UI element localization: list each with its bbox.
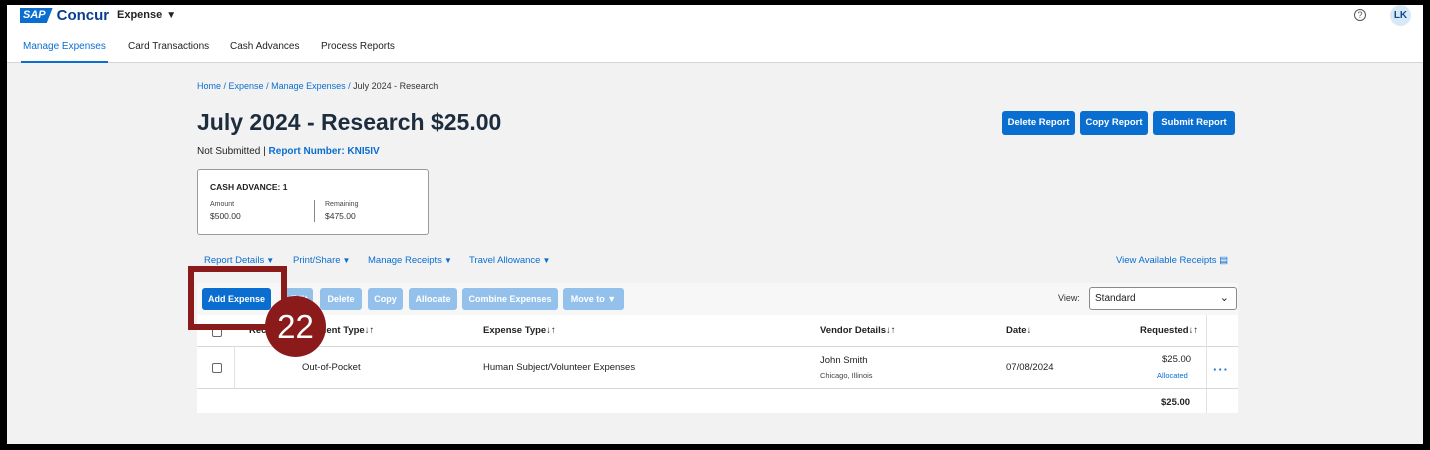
expense-toolbar: Add Expense Edit Delete Copy Allocate Co… (197, 283, 1238, 315)
delete-button[interactable]: Delete (320, 288, 362, 310)
expense-type-cell: Human Subject/Volunteer Expenses (483, 362, 636, 373)
report-total: $25.00 (1161, 397, 1191, 408)
print-share-menu[interactable]: Print/Share ▼ (293, 255, 350, 266)
chevron-down-icon: ▼ (607, 294, 617, 304)
column-header-receipt[interactable]: Receipt (249, 325, 283, 336)
travel-allowance-menu[interactable]: Travel Allowance ▼ (469, 255, 550, 266)
cash-advance-title: CASH ADVANCE: 1 (210, 182, 288, 192)
chevron-down-icon: ▼ (342, 256, 351, 265)
row-checkbox[interactable] (212, 363, 222, 373)
app-window: SAP Concur Expense ▼ ? LK Manage Expense… (7, 5, 1423, 444)
chevron-down-icon: ▼ (443, 256, 452, 265)
allocate-button[interactable]: Allocate (409, 288, 457, 310)
copy-button[interactable]: Copy (368, 288, 403, 310)
view-label: View: (1058, 293, 1080, 303)
tab-manage-expenses[interactable]: Manage Expenses (21, 41, 108, 63)
receipt-icon: ▤ (1219, 255, 1229, 266)
manage-receipts-label: Manage Receipts (368, 255, 442, 266)
sort-icon: ↓↑ (886, 325, 896, 336)
vendor-location-cell: Chicago, Illinois (820, 371, 873, 380)
payment-type-cell: Out-of-Pocket (302, 362, 361, 373)
cash-advance-card[interactable]: CASH ADVANCE: 1 Amount $500.00 Remaining… (197, 169, 429, 235)
concur-wordmark: Concur (56, 7, 110, 24)
main-nav: Manage Expenses Card Transactions Cash A… (7, 35, 1423, 63)
submit-report-button[interactable]: Submit Report (1153, 111, 1235, 135)
remaining-label: Remaining (325, 201, 359, 208)
column-header-vendor-details[interactable]: Vendor Details↓↑ (820, 325, 896, 336)
sap-logo-mark: SAP (20, 8, 53, 23)
view-receipts-label: View Available Receipts (1116, 255, 1217, 266)
allocated-link[interactable]: Allocated (1157, 371, 1188, 380)
payment-type-label: Payment Type (301, 325, 365, 336)
breadcrumb-home[interactable]: Home (197, 81, 221, 91)
report-status: Not Submitted (197, 146, 261, 157)
view-select[interactable]: Standard ⌄ (1089, 287, 1237, 310)
amount-value: $500.00 (210, 211, 241, 221)
column-divider (234, 346, 235, 388)
breadcrumb-expense[interactable]: Expense (229, 81, 264, 91)
more-actions-icon[interactable]: ··· (1213, 362, 1229, 377)
sort-icon: ↓↑ (1188, 325, 1199, 336)
top-bar: SAP Concur Expense ▼ ? LK (7, 5, 1423, 35)
sort-icon: ↓↑ (364, 325, 375, 336)
requested-label: Requested (1140, 325, 1189, 336)
tab-process-reports[interactable]: Process Reports (321, 41, 395, 52)
view-available-receipts-link[interactable]: View Available Receipts ▤ (1116, 255, 1228, 266)
amount-cell: $25.00 (1162, 354, 1192, 365)
column-divider (1206, 315, 1207, 413)
product-label: Expense (117, 9, 163, 21)
tab-card-transactions[interactable]: Card Transactions (128, 41, 209, 52)
column-header-requested[interactable]: Requested↓↑ (1140, 325, 1198, 336)
delete-report-button[interactable]: Delete Report (1002, 111, 1075, 135)
chevron-down-icon: ▼ (166, 9, 177, 21)
column-header-payment-type[interactable]: Payment Type↓↑ (301, 325, 374, 336)
header-divider (197, 346, 1238, 347)
add-expense-button[interactable]: Add Expense (202, 288, 271, 310)
breadcrumb-current: July 2024 - Research (353, 81, 439, 91)
report-details-label: Report Details (204, 255, 265, 266)
vendor-details-label: Vendor Details (820, 325, 886, 336)
expense-table-panel: Add Expense Edit Delete Copy Allocate Co… (197, 283, 1238, 413)
amount-label: Amount (210, 201, 235, 208)
view-select-value: Standard (1095, 293, 1136, 304)
chevron-down-icon: ⌄ (1219, 292, 1229, 304)
column-header-date[interactable]: Date↓ (1006, 325, 1031, 336)
edit-button[interactable]: Edit (285, 288, 313, 310)
date-label: Date (1006, 325, 1027, 336)
chevron-down-icon: ▼ (542, 256, 551, 265)
status-separator: | (260, 146, 269, 157)
breadcrumb: Home / Expense / Manage Expenses / July … (197, 81, 438, 91)
print-share-label: Print/Share (293, 255, 341, 266)
date-cell: 07/08/2024 (1006, 362, 1054, 373)
tab-cash-advances[interactable]: Cash Advances (230, 41, 300, 52)
expense-type-label: Expense Type (483, 325, 547, 336)
copy-report-button[interactable]: Copy Report (1080, 111, 1148, 135)
move-to-label: Move to (570, 294, 605, 304)
page-title: July 2024 - Research $25.00 (197, 109, 502, 135)
combine-expenses-button[interactable]: Combine Expenses (462, 288, 558, 310)
report-status-line: Not Submitted | Report Number: KNI5IV (197, 146, 380, 157)
select-all-checkbox[interactable] (212, 327, 222, 337)
product-switcher[interactable]: Expense ▼ (117, 9, 176, 21)
breadcrumb-manage-expenses[interactable]: Manage Expenses (271, 81, 346, 91)
row-divider (197, 388, 1238, 389)
move-to-button[interactable]: Move to ▼ (563, 288, 624, 310)
remaining-value: $475.00 (325, 211, 356, 221)
sort-desc-icon: ↓ (1026, 325, 1032, 336)
user-avatar[interactable]: LK (1390, 5, 1411, 26)
chevron-down-icon: ▼ (266, 256, 275, 265)
report-number: Report Number: KNI5IV (268, 146, 380, 157)
sort-icon: ↓↑ (546, 325, 556, 336)
breadcrumb-separator: / (263, 81, 272, 91)
sap-concur-logo[interactable]: SAP Concur (20, 7, 109, 24)
vendor-name-cell: John Smith (820, 355, 868, 366)
column-header-expense-type[interactable]: Expense Type↓↑ (483, 325, 556, 336)
travel-allowance-label: Travel Allowance (469, 255, 541, 266)
divider (314, 200, 315, 222)
manage-receipts-menu[interactable]: Manage Receipts ▼ (368, 255, 452, 266)
report-details-menu[interactable]: Report Details ▼ (204, 255, 274, 266)
breadcrumb-separator: / (221, 81, 229, 91)
help-icon[interactable]: ? (1354, 9, 1366, 21)
